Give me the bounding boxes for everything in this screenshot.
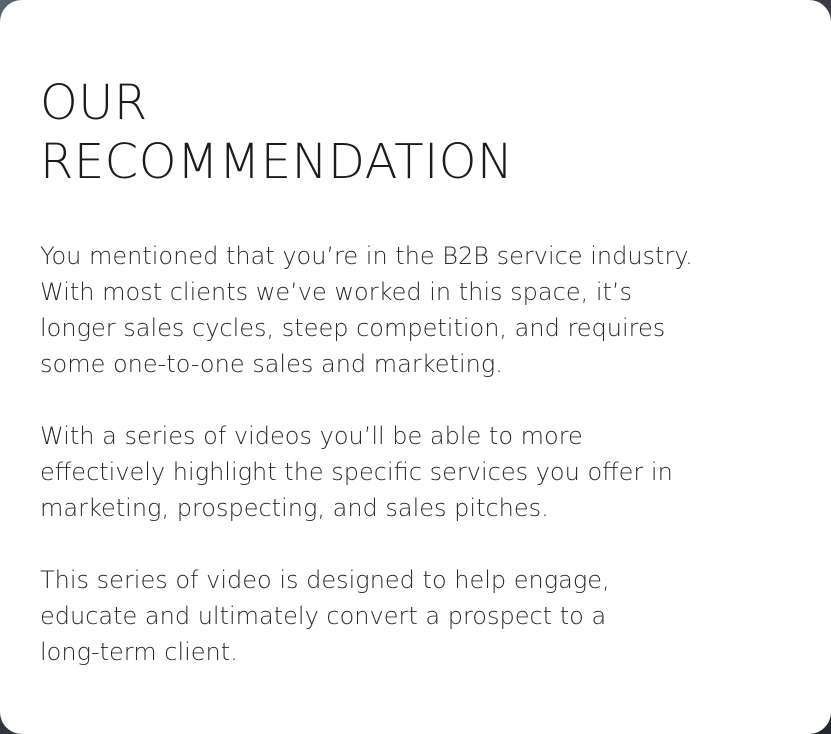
paragraph-line: long-term client. [40, 638, 238, 666]
paragraph-line: With a series of videos you’ll be able t… [40, 422, 583, 450]
paragraph-line: You mentioned that you’re in the B2B ser… [40, 242, 693, 270]
recommendation-card: OUR RECOMMENDATION You mentioned that yo… [0, 0, 831, 734]
paragraph-line: some one-to-one sales and marketing. [40, 350, 503, 378]
paragraph-series: This series of video is designed to help… [40, 562, 770, 670]
paragraph-line: effectively highlight the specific servi… [40, 458, 673, 486]
paragraph-industry: You mentioned that you’re in the B2B ser… [40, 238, 770, 382]
paragraph-videos: With a series of videos you’ll be able t… [40, 418, 770, 526]
paragraph-line: educate and ultimately convert a prospec… [40, 602, 607, 630]
recommendation-body: You mentioned that you’re in the B2B ser… [40, 238, 770, 670]
page-title: OUR RECOMMENDATION [40, 74, 791, 192]
paragraph-line: marketing, prospecting, and sales pitche… [40, 494, 549, 522]
paragraph-line: With most clients we’ve worked in this s… [40, 278, 633, 306]
title-line: OUR [40, 75, 148, 131]
paragraph-line: longer sales cycles, steep competition, … [40, 314, 666, 342]
title-line: RECOMMENDATION [40, 134, 514, 190]
paragraph-line: This series of video is designed to help… [40, 566, 610, 594]
